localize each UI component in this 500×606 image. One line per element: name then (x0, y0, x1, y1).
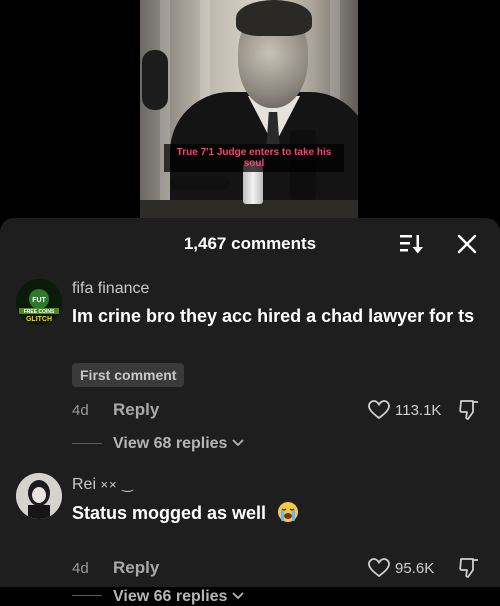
heart-icon[interactable] (368, 400, 390, 420)
dislike-icon[interactable] (458, 557, 480, 579)
reply-button[interactable]: Reply (113, 400, 159, 420)
replies-divider (72, 595, 102, 596)
comments-count-title: 1,467 comments (183, 234, 317, 253)
replies-divider (72, 443, 102, 444)
chevron-down-icon (232, 434, 244, 452)
comment-username[interactable]: fifa finance (72, 280, 149, 298)
chair (142, 50, 168, 110)
avatar[interactable]: FUT FREE COINS GLITCH (16, 279, 62, 325)
comment-username[interactable]: Rei ×× ‿ (72, 476, 134, 494)
video-caption: True 7'1 Judge enters to take his soul (164, 144, 344, 172)
video-player[interactable]: True 7'1 Judge enters to take his soul (140, 0, 358, 218)
avatar[interactable] (16, 473, 62, 519)
close-icon[interactable] (454, 231, 480, 257)
comment-age: 4d (72, 402, 89, 419)
comment-age: 4d (72, 560, 89, 577)
reply-button[interactable]: Reply (113, 558, 159, 578)
comments-sheet: 1,467 comments FUT FREE COINS GLITCH fif… (0, 218, 500, 605)
chevron-down-icon (232, 587, 244, 605)
svg-text:FREE COINS: FREE COINS (24, 309, 55, 315)
view-replies-button[interactable]: View 68 replies (113, 434, 244, 453)
first-comment-badge: First comment (72, 363, 185, 387)
like-count: 95.6K (395, 560, 435, 577)
comment-text: Im crine bro they acc hired a chad lawye… (72, 306, 475, 326)
dislike-icon[interactable] (458, 399, 480, 421)
like-count: 113.1K (395, 402, 442, 419)
svg-text:GLITCH: GLITCH (26, 316, 52, 323)
heart-icon[interactable] (368, 558, 390, 578)
view-replies-button[interactable]: View 66 replies (113, 587, 244, 606)
loudly-crying-face-icon (277, 501, 299, 523)
svg-text:FUT: FUT (32, 297, 46, 304)
sort-icon[interactable] (398, 233, 424, 255)
comment-text: Status mogged as well (72, 500, 492, 527)
